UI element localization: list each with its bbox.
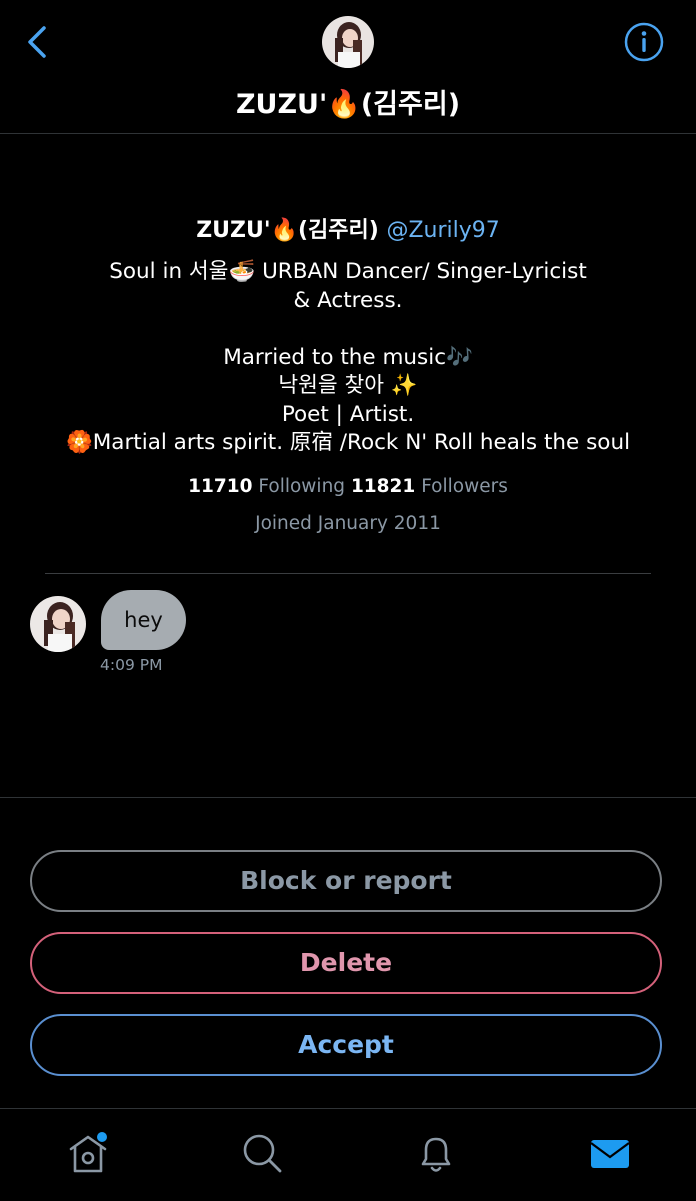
following-count[interactable]: 11710 bbox=[188, 476, 252, 497]
block-or-report-button[interactable]: Block or report bbox=[30, 850, 662, 912]
header-title: ZUZU'🔥(김주리) bbox=[235, 89, 461, 120]
tab-messages[interactable] bbox=[588, 1131, 632, 1175]
profile-bio: Soul in 서울🍜 URBAN Dancer/ Singer-Lyricis… bbox=[65, 259, 631, 455]
avatar-photo bbox=[322, 16, 374, 68]
profile-name-line: ZUZU'🔥(김주리) @Zurily97 bbox=[0, 212, 696, 244]
conversation-header: ZUZU'🔥(김주리) bbox=[0, 0, 696, 134]
followers-count[interactable]: 11821 bbox=[351, 476, 415, 497]
chevron-left-icon bbox=[28, 26, 46, 58]
divider bbox=[0, 797, 696, 798]
tab-search[interactable] bbox=[240, 1131, 284, 1175]
profile-handle[interactable]: @Zurily97 bbox=[386, 218, 499, 243]
following-label[interactable]: Following bbox=[258, 476, 345, 497]
bell-icon bbox=[421, 1137, 451, 1172]
info-button[interactable] bbox=[622, 20, 666, 64]
mail-icon bbox=[590, 1140, 630, 1168]
followers-label[interactable]: Followers bbox=[421, 476, 508, 497]
tab-notifications[interactable] bbox=[414, 1131, 458, 1175]
info-icon bbox=[624, 22, 664, 62]
sender-avatar[interactable] bbox=[30, 596, 86, 652]
back-button[interactable] bbox=[18, 22, 58, 62]
divider bbox=[45, 573, 651, 574]
joined-date: Joined January 2011 bbox=[255, 512, 441, 534]
profile-name[interactable]: ZUZU'🔥(김주리) bbox=[196, 218, 379, 243]
delete-button[interactable]: Delete bbox=[30, 932, 662, 994]
tab-bar bbox=[0, 1108, 696, 1201]
profile-counts: 11710 Following 11821 Followers bbox=[0, 476, 696, 497]
profile-summary: ZUZU'🔥(김주리) @Zurily97 Soul in 서울🍜 URBAN … bbox=[0, 212, 696, 534]
message-bubble[interactable]: hey bbox=[101, 590, 186, 650]
home-icon bbox=[69, 1132, 107, 1173]
header-avatar[interactable] bbox=[322, 16, 374, 68]
search-icon bbox=[243, 1134, 282, 1173]
message-timestamp: 4:09 PM bbox=[100, 656, 163, 674]
avatar-photo bbox=[30, 596, 86, 652]
accept-button[interactable]: Accept bbox=[30, 1014, 662, 1076]
tab-home[interactable] bbox=[66, 1131, 110, 1175]
